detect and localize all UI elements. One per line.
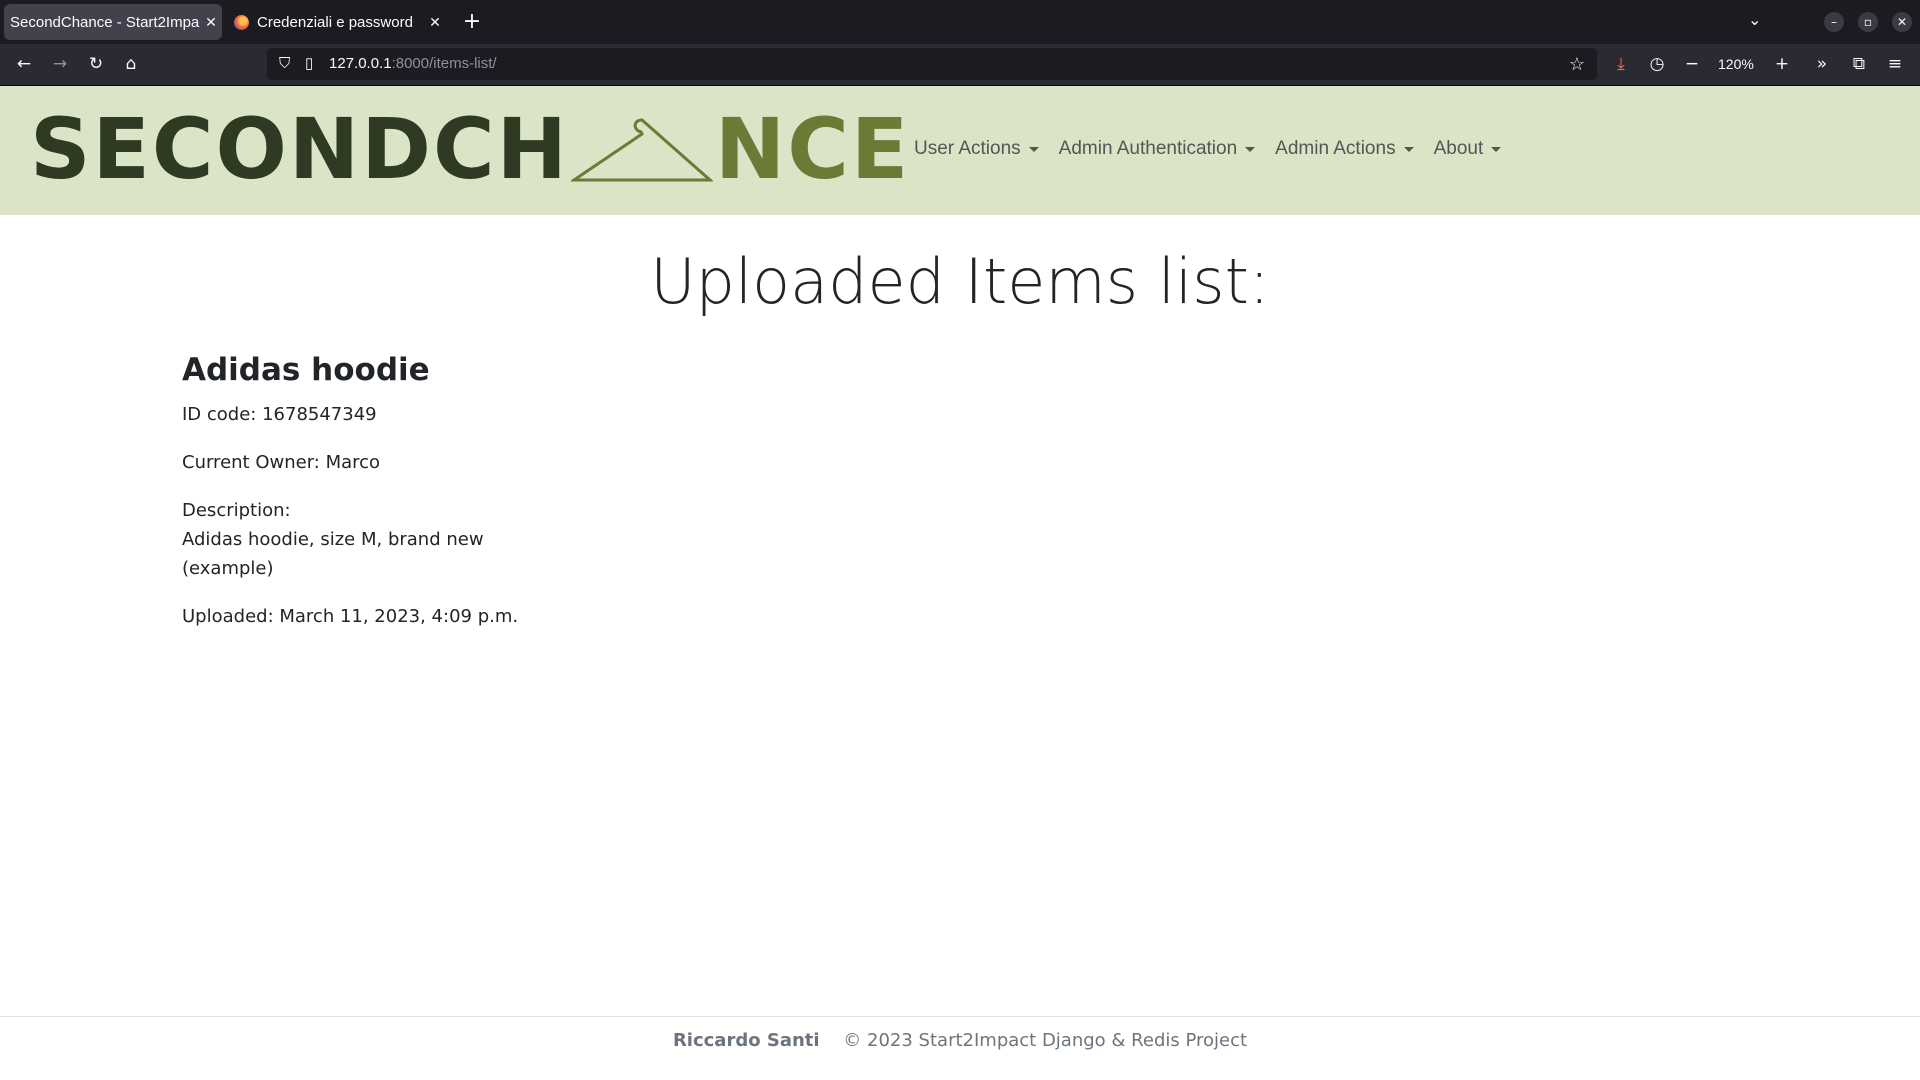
history-icon[interactable]: ◷ [1645,52,1669,76]
item-card: Adidas hoodie ID code: 1678547349 Curren… [182,352,522,650]
tab-label: SecondChance - Start2Impac [10,13,200,31]
page-icon[interactable]: ▯ [305,48,313,80]
forward-icon[interactable]: → [48,52,72,76]
caret-down-icon [1245,146,1256,152]
nav-admin-actions[interactable]: Admin Actions [1275,138,1414,160]
url-text[interactable]: 127.0.0.1:8000/items-list/ [329,48,497,80]
window-close-icon[interactable]: ✕ [1892,12,1912,32]
home-icon[interactable]: ⌂ [119,52,143,76]
page-title: Uploaded Items list: [650,245,1270,318]
site-header: SECONDCH NCE User Actions Admin Authenti… [0,86,1920,215]
tab-credenziali[interactable]: Credenziali e password ✕ [228,4,446,40]
main-nav: User Actions Admin Authentication Admin … [914,138,1502,160]
footer: Riccardo Santi © 2023 Start2Impact Djang… [0,1030,1920,1051]
caret-down-icon [1491,146,1502,152]
item-name: Adidas hoodie [182,352,430,388]
restore-icon[interactable]: ▫ [1858,12,1878,32]
zoom-level[interactable]: 120% [1718,56,1754,72]
item-id-code: ID code: 1678547349 [182,404,377,425]
nav-user-actions[interactable]: User Actions [914,138,1039,160]
nav-admin-authentication[interactable]: Admin Authentication [1059,138,1256,160]
close-tab-icon[interactable]: ✕ [424,14,446,31]
overflow-menu-icon[interactable]: » [1810,52,1834,76]
footer-author: Riccardo Santi [672,1030,820,1051]
extensions-icon[interactable]: ⧉ [1847,52,1871,76]
close-tab-icon[interactable]: ✕ [200,14,222,31]
zoom-out-icon[interactable]: − [1680,52,1704,76]
back-icon[interactable]: ← [12,52,36,76]
description-text: Adidas hoodie, size M, brand new (exampl… [182,529,484,579]
new-tab-button[interactable]: + [458,8,486,36]
tab-secondchance[interactable]: SecondChance - Start2Impac ✕ [4,4,222,40]
item-description: Description: Adidas hoodie, size M, brand… [182,496,522,583]
caret-down-icon [1028,146,1039,152]
nav-about[interactable]: About [1434,138,1502,160]
downloads-icon[interactable]: ⤓ [1609,52,1633,76]
description-label: Description: [182,500,291,521]
hanger-icon [570,118,713,182]
tab-label: Credenziali e password [257,13,413,31]
list-all-tabs-icon[interactable]: ⌄ [1748,10,1761,29]
minimize-icon[interactable]: – [1824,12,1844,32]
firefox-icon [234,14,249,30]
footer-copyright: © 2023 Start2Impact Django & Redis Proje… [843,1030,1248,1051]
footer-divider [0,1016,1920,1017]
caret-down-icon [1403,146,1414,152]
zoom-in-icon[interactable]: + [1770,52,1794,76]
bookmark-star-icon[interactable]: ☆ [1569,48,1585,80]
reload-icon[interactable]: ↻ [84,52,108,76]
secondchance-logo[interactable]: SECONDCH NCE [30,107,910,191]
address-bar[interactable]: ⛉ ▯ 127.0.0.1:8000/items-list/ ☆ [267,48,1597,80]
hamburger-menu-icon[interactable]: ≡ [1883,52,1907,76]
shield-icon[interactable]: ⛉ [279,48,290,80]
item-owner: Current Owner: Marco [182,452,381,473]
browser-toolbar: ← → ↻ ⌂ ⛉ ▯ 127.0.0.1:8000/items-list/ ☆… [0,44,1920,86]
browser-tab-strip: SecondChance - Start2Impac ✕ Credenziali… [0,0,1920,44]
item-uploaded: Uploaded: March 11, 2023, 4:09 p.m. [182,606,519,627]
